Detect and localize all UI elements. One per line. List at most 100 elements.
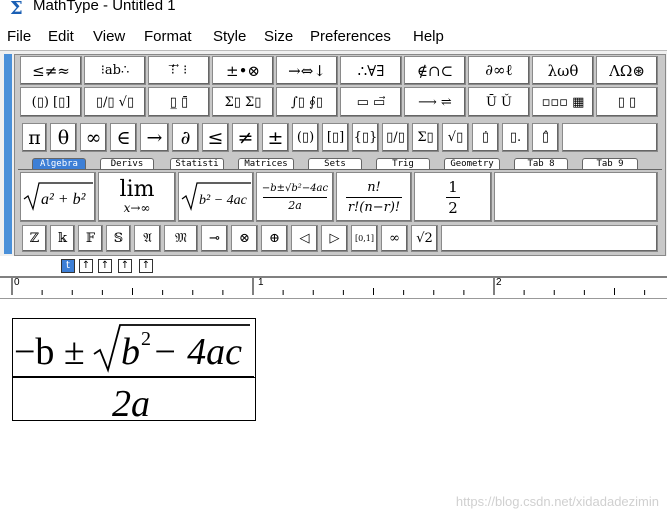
- misc-symbols-palette[interactable]: ∂∞ℓ: [468, 56, 530, 85]
- half-numerator: 1: [448, 177, 458, 196]
- sqrt-two-button[interactable]: √2: [411, 225, 438, 252]
- multimap-button[interactable]: ⊸: [201, 225, 228, 252]
- combination-numerator: n!: [367, 179, 381, 195]
- template-limit[interactable]: lim x→∞: [98, 172, 176, 222]
- set-s-button[interactable]: 𝕊: [106, 225, 131, 252]
- braces-button[interactable]: {▯}: [352, 123, 379, 152]
- combination-denominator: r!(n−r)!: [347, 199, 401, 215]
- align-up-button[interactable]: ↑: [98, 259, 112, 273]
- boxes-palette[interactable]: ▯ ▯: [596, 87, 658, 117]
- menu-format[interactable]: Format: [144, 28, 192, 45]
- menu-edit[interactable]: Edit: [48, 28, 74, 45]
- subscript-button[interactable]: ▯.: [502, 123, 529, 152]
- quadratic-fraction-bar: [263, 196, 327, 198]
- relations-palette[interactable]: ≤≠≈: [20, 56, 82, 85]
- menu-style[interactable]: Style: [213, 28, 246, 45]
- quadratic-denominator: 2a: [288, 198, 302, 212]
- arrows-palette[interactable]: →⇔↓: [276, 56, 338, 85]
- nudge-up-button[interactable]: ↑: [79, 259, 93, 273]
- ruler-ticks: [0, 276, 667, 295]
- not-equal-button[interactable]: ≠: [232, 123, 259, 152]
- logical-palette[interactable]: ∴∀∃: [340, 56, 402, 85]
- ruler-mark-0: 0: [14, 277, 20, 288]
- plus-minus-button[interactable]: ±: [262, 123, 289, 152]
- title-bar: Σ MathType - Untitled 1: [0, 0, 667, 24]
- radical-button[interactable]: √▯: [442, 123, 469, 152]
- ruler-mark-2: 2: [496, 277, 502, 288]
- tensor-button[interactable]: ⊗: [231, 225, 258, 252]
- fraction-bar: [12, 376, 254, 378]
- summation-button[interactable]: Σ▯: [412, 123, 439, 152]
- align-left-button[interactable]: t: [61, 259, 75, 273]
- menu-file[interactable]: File: [7, 28, 31, 45]
- sigma-icon: Σ: [10, 0, 23, 19]
- half-denominator: 2: [448, 198, 458, 217]
- numerator-rest: − 4ac: [152, 331, 243, 373]
- fraktur-m-button[interactable]: 𝔐: [164, 225, 198, 252]
- symbol-bar-empty-slot: [562, 123, 658, 152]
- menu-size[interactable]: Size: [264, 28, 293, 45]
- radicand-exponent: 2: [141, 328, 151, 350]
- products-palette[interactable]: Ū Ǔ: [468, 87, 530, 117]
- field-k-button[interactable]: 𝕜: [50, 225, 75, 252]
- template-sqrt-sum[interactable]: a² + b²: [20, 172, 96, 222]
- element-of-button[interactable]: ∈: [110, 123, 137, 152]
- interval-button[interactable]: [0,1]: [351, 225, 378, 252]
- align-top-button[interactable]: ↑: [139, 259, 153, 273]
- matrices-palette[interactable]: ▫▫▫ ▦: [532, 87, 594, 117]
- fences-palette[interactable]: (▯) [▯]: [20, 87, 82, 117]
- right-arrow-button[interactable]: →: [140, 123, 169, 152]
- sqrt-sum-text: a² + b²: [41, 191, 87, 208]
- pi-button[interactable]: π: [22, 123, 47, 152]
- partial-button[interactable]: ∂: [172, 123, 199, 152]
- fraction-button[interactable]: ▯/▯: [382, 123, 409, 152]
- theta-button[interactable]: θ: [50, 123, 77, 152]
- brackets-button[interactable]: [▯]: [322, 123, 349, 152]
- template-quadratic[interactable]: −b±√b²−4ac 2a: [256, 172, 334, 222]
- limit-op: lim: [119, 177, 155, 202]
- palette-sidebar: [4, 54, 12, 254]
- quadratic-numerator: −b±√b²−4ac: [261, 182, 329, 194]
- direct-sum-button[interactable]: ⊕: [261, 225, 288, 252]
- spaces-palette[interactable]: ⁝ab∴: [84, 56, 146, 85]
- template-empty-slot: [494, 172, 658, 222]
- set-theory-palette[interactable]: ∉∩⊂: [404, 56, 466, 85]
- menu-help[interactable]: Help: [413, 28, 444, 45]
- equation-editor[interactable]: −b ± b 2 − 4ac 2a https://blog.csdn.net/…: [0, 304, 667, 517]
- less-equal-button[interactable]: ≤: [202, 123, 229, 152]
- menu-preferences[interactable]: Preferences: [310, 28, 391, 45]
- operators-palette[interactable]: ±•⊗: [212, 56, 274, 85]
- right-triangle-button[interactable]: ▷: [321, 225, 348, 252]
- hat-accent-button[interactable]: ▯̂: [532, 123, 559, 152]
- menu-view[interactable]: View: [93, 28, 125, 45]
- align-baseline-button[interactable]: ↑: [118, 259, 132, 273]
- embellishments-palette[interactable]: ⁝⃗ ⃗ ⁝: [148, 56, 210, 85]
- menu-bar: File Edit View Format Style Size Prefere…: [0, 24, 667, 50]
- template-discriminant[interactable]: b² − 4ac: [178, 172, 254, 222]
- parentheses-button[interactable]: (▯): [292, 123, 319, 152]
- combination-fraction-bar: [346, 196, 402, 198]
- radicand-base: b: [121, 331, 140, 373]
- half-fraction-bar: [446, 196, 460, 198]
- infinity-button[interactable]: ∞: [80, 123, 107, 152]
- bottom-bar-empty-slot: [441, 225, 658, 252]
- field-f-button[interactable]: 𝔽: [78, 225, 103, 252]
- fractions-radicals-palette[interactable]: ▯/▯ √▯: [84, 87, 146, 117]
- fraktur-a-button[interactable]: 𝔄: [134, 225, 161, 252]
- summations-palette[interactable]: Σ▯ Σ▯: [212, 87, 274, 117]
- template-half[interactable]: 1 2: [414, 172, 492, 222]
- subscripts-palette[interactable]: ▯̲ ▯̄: [148, 87, 210, 117]
- infinity-button-2[interactable]: ∞: [381, 225, 408, 252]
- labeled-arrows-palette[interactable]: ⟶ ⇌: [404, 87, 466, 117]
- left-triangle-button[interactable]: ◁: [291, 225, 318, 252]
- bars-palette[interactable]: ▭ ▭⃗: [340, 87, 402, 117]
- greek-upper-palette[interactable]: ΛΩ⊛: [596, 56, 658, 85]
- ruler-mark-1: 1: [258, 277, 264, 288]
- integrals-palette[interactable]: ∫▯ ∮▯: [276, 87, 338, 117]
- dot-accent-button[interactable]: ▯̇: [472, 123, 499, 152]
- numerator-prefix: −b ±: [14, 331, 85, 373]
- ruler[interactable]: 0 1 2: [0, 276, 667, 299]
- template-combination[interactable]: n! r!(n−r)!: [336, 172, 412, 222]
- integers-button[interactable]: ℤ: [22, 225, 47, 252]
- greek-lower-palette[interactable]: λωθ: [532, 56, 594, 85]
